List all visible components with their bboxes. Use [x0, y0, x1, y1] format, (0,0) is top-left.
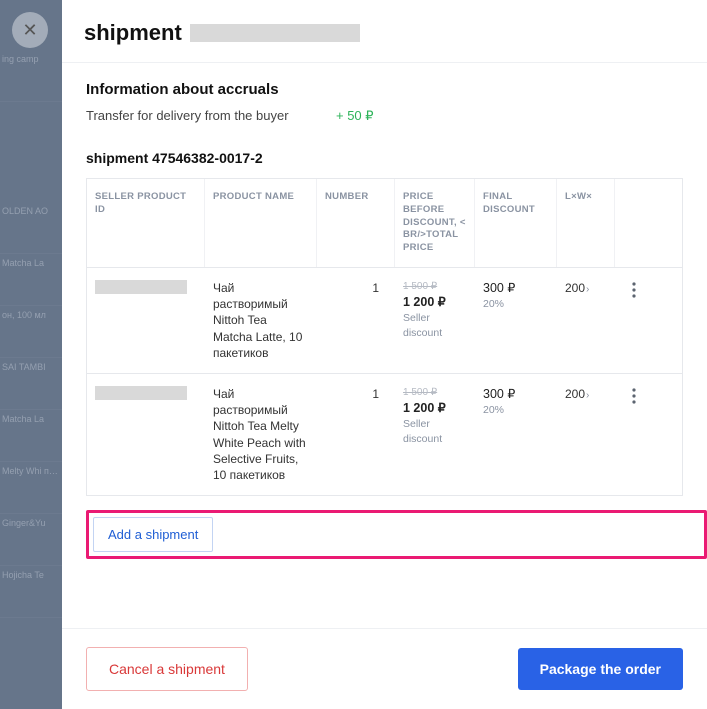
redacted-id — [95, 280, 187, 294]
cell-product-name: Чай растворимый Nittoh Tea Melty White P… — [205, 382, 317, 487]
col-price: PRICE BEFORE DISCOUNT, < BR/>TOTAL PRICE — [395, 179, 475, 267]
cell-number: 1 — [317, 382, 395, 406]
accruals-heading: Information about accruals — [86, 81, 683, 98]
col-dimensions: L×W× — [557, 179, 615, 267]
kebab-icon — [632, 282, 636, 298]
cell-product-name: Чай растворимый Nittoh Tea Matcha Latte,… — [205, 276, 317, 365]
cell-number: 1 — [317, 276, 395, 300]
cell-dimensions[interactable]: 200› — [557, 276, 615, 301]
cell-discount: 300 ₽ 20% — [475, 382, 557, 421]
backdrop-hint: Melty Whi пакетико — [0, 462, 62, 514]
package-order-button[interactable]: Package the order — [518, 648, 683, 690]
close-icon: ✕ — [22, 20, 37, 41]
cell-dimensions[interactable]: 200› — [557, 382, 615, 407]
redacted-id — [95, 386, 187, 400]
accruals-section: Information about accruals Transfer for … — [62, 63, 707, 496]
shipment-id-label: shipment 47546382-0017-2 — [86, 150, 683, 166]
accrual-label: Transfer for delivery from the buyer — [86, 108, 336, 124]
accrual-value: + 50 ₽ — [336, 108, 374, 124]
cell-price: 1 500 ₽ 1 200 ₽ Seller discount — [395, 276, 475, 344]
discount-pct: 20% — [483, 297, 549, 311]
cell-price: 1 500 ₽ 1 200 ₽ Seller discount — [395, 382, 475, 450]
redacted-title — [190, 24, 360, 42]
backdrop-hint: Ginger&Yu — [0, 514, 62, 566]
modal-header: shipment — [62, 0, 707, 63]
col-actions — [615, 179, 653, 267]
cancel-shipment-button[interactable]: Cancel a shipment — [86, 647, 248, 691]
kebab-icon — [632, 388, 636, 404]
page-title: shipment — [84, 20, 182, 46]
price-before: 1 500 ₽ — [403, 280, 467, 294]
table-header: SELLER PRODUCT ID PRODUCT NAME NUMBER PR… — [87, 179, 682, 268]
col-seller-product-id: SELLER PRODUCT ID — [87, 179, 205, 267]
row-menu-button[interactable] — [615, 382, 653, 408]
accrual-row: Transfer for delivery from the buyer + 5… — [86, 108, 683, 124]
price-before: 1 500 ₽ — [403, 386, 467, 400]
close-button[interactable]: ✕ — [12, 12, 48, 48]
table-row: Чай растворимый Nittoh Tea Matcha Latte,… — [87, 268, 682, 374]
price-total: 1 200 ₽ — [403, 294, 467, 311]
add-shipment-highlight: Add a shipment — [86, 510, 707, 559]
table-row: Чай растворимый Nittoh Tea Melty White P… — [87, 374, 682, 495]
backdrop-hints: ing camp OLDEN AO Matcha La он, 100 мл S… — [0, 40, 62, 618]
price-total: 1 200 ₽ — [403, 400, 467, 417]
discount-pct: 20% — [483, 403, 549, 417]
chevron-right-icon: › — [586, 390, 589, 401]
shipment-table: SELLER PRODUCT ID PRODUCT NAME NUMBER PR… — [86, 178, 683, 496]
price-note: Seller discount — [403, 311, 467, 339]
backdrop-hint: ing camp — [0, 50, 62, 102]
modal-footer: Cancel a shipment Package the order — [62, 628, 707, 709]
backdrop-hint: он, 100 мл — [0, 306, 62, 358]
shipment-modal: shipment Information about accruals Tran… — [62, 0, 707, 709]
backdrop-hint: Matcha La — [0, 254, 62, 306]
add-shipment-button[interactable]: Add a shipment — [93, 517, 213, 552]
col-final-discount: FINAL DISCOUNT — [475, 179, 557, 267]
price-note: Seller discount — [403, 417, 467, 445]
backdrop-hint: OLDEN AO — [0, 202, 62, 254]
row-menu-button[interactable] — [615, 276, 653, 302]
discount-value: 300 ₽ — [483, 280, 549, 297]
col-product-name: PRODUCT NAME — [205, 179, 317, 267]
discount-value: 300 ₽ — [483, 386, 549, 403]
backdrop-hint: Hojicha Te — [0, 566, 62, 618]
backdrop-hint: SAI TAMBI — [0, 358, 62, 410]
col-number: NUMBER — [317, 179, 395, 267]
backdrop-hint: Matcha La — [0, 410, 62, 462]
chevron-right-icon: › — [586, 284, 589, 295]
cell-discount: 300 ₽ 20% — [475, 276, 557, 315]
